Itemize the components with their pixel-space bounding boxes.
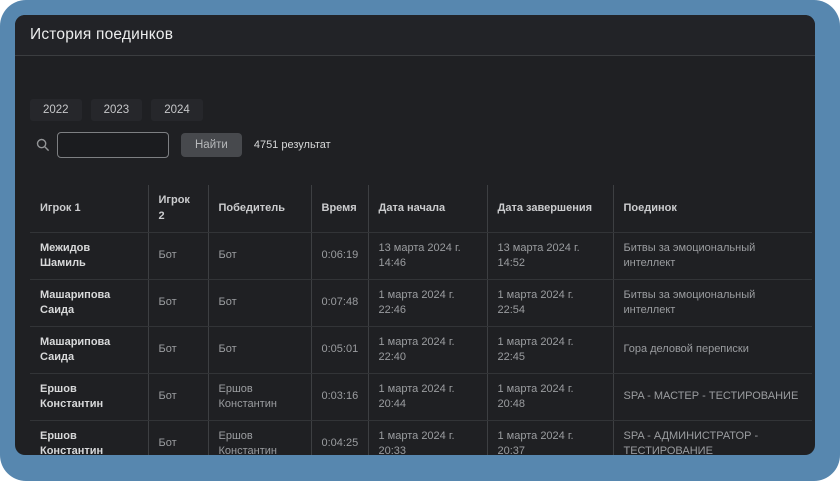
cell-start: 13 марта 2024 г. 14:46 <box>368 233 487 280</box>
cell-player1: Межидов Шамиль <box>30 233 148 280</box>
cell-winner: Ершов Константин <box>208 374 311 421</box>
table-row: Ершов КонстантинБотЕршов Константин0:03:… <box>30 374 812 421</box>
column-header: Игрок 1 <box>30 185 148 233</box>
cell-winner: Ершов Константин <box>208 421 311 456</box>
cell-player2: Бот <box>148 421 208 456</box>
cell-start: 1 марта 2024 г. 22:40 <box>368 327 487 374</box>
table-row: Ершов КонстантинБотЕршов Константин0:04:… <box>30 421 812 456</box>
cell-time: 0:07:48 <box>311 280 368 327</box>
table-row: Машарипова СаидаБотБот0:05:011 марта 202… <box>30 327 812 374</box>
cell-duel: Гора деловой переписки <box>613 327 812 374</box>
search-input[interactable] <box>57 132 169 158</box>
search-button[interactable]: Найти <box>181 133 242 157</box>
results-count: 4751 результат <box>254 139 331 151</box>
cell-duel: SPA - МАСТЕР - ТЕСТИРОВАНИЕ <box>613 374 812 421</box>
cell-duel: Битвы за эмоциональный интеллект <box>613 280 812 327</box>
year-tab-2023[interactable]: 2023 <box>91 99 143 121</box>
year-tab-2022[interactable]: 2022 <box>30 99 82 121</box>
year-tabs: 2022 2023 2024 <box>30 99 203 121</box>
cell-player1: Машарипова Саида <box>30 327 148 374</box>
cell-winner: Бот <box>208 280 311 327</box>
cell-time: 0:05:01 <box>311 327 368 374</box>
screenshot-stage: История поединков 2022 2023 2024 Найти 475… <box>0 0 840 481</box>
cell-player2: Бот <box>148 280 208 327</box>
cell-player1: Машарипова Саида <box>30 280 148 327</box>
cell-end: 1 марта 2024 г. 20:37 <box>487 421 613 456</box>
cell-start: 1 марта 2024 г. 20:33 <box>368 421 487 456</box>
cell-time: 0:06:19 <box>311 233 368 280</box>
column-header: Дата завершения <box>487 185 613 233</box>
cell-start: 1 марта 2024 г. 22:46 <box>368 280 487 327</box>
table-body: Межидов ШамильБотБот0:06:1913 марта 2024… <box>30 233 812 456</box>
table-row: Межидов ШамильБотБот0:06:1913 марта 2024… <box>30 233 812 280</box>
cell-end: 1 марта 2024 г. 22:54 <box>487 280 613 327</box>
cell-player1: Ершов Константин <box>30 421 148 456</box>
table-row: Машарипова СаидаБотБот0:07:481 марта 202… <box>30 280 812 327</box>
cell-end: 13 марта 2024 г. 14:52 <box>487 233 613 280</box>
cell-end: 1 марта 2024 г. 22:45 <box>487 327 613 374</box>
page-title: История поединков <box>30 26 173 44</box>
search-icon <box>36 138 50 152</box>
cell-time: 0:03:16 <box>311 374 368 421</box>
cell-winner: Бот <box>208 233 311 280</box>
column-header: Победитель <box>208 185 311 233</box>
cell-time: 0:04:25 <box>311 421 368 456</box>
cell-end: 1 марта 2024 г. 20:48 <box>487 374 613 421</box>
cell-player2: Бот <box>148 374 208 421</box>
duel-table: Игрок 1Игрок 2ПобедительВремяДата начала… <box>30 185 812 455</box>
panel-header: История поединков <box>15 15 815 56</box>
cell-player1: Ершов Константин <box>30 374 148 421</box>
cell-player2: Бот <box>148 233 208 280</box>
cell-player2: Бот <box>148 327 208 374</box>
column-header: Поединок <box>613 185 812 233</box>
cell-start: 1 марта 2024 г. 20:44 <box>368 374 487 421</box>
search-row: Найти 4751 результат <box>30 130 800 160</box>
column-header: Игрок 2 <box>148 185 208 233</box>
cell-winner: Бот <box>208 327 311 374</box>
column-header: Дата начала <box>368 185 487 233</box>
cell-duel: Битвы за эмоциональный интеллект <box>613 233 812 280</box>
column-header: Время <box>311 185 368 233</box>
table-header-row: Игрок 1Игрок 2ПобедительВремяДата начала… <box>30 185 812 233</box>
year-tab-2024[interactable]: 2024 <box>151 99 203 121</box>
duel-history-panel: История поединков 2022 2023 2024 Найти 475… <box>15 15 815 455</box>
cell-duel: SPA - АДМИНИСТРАТОР - ТЕСТИРОВАНИЕ <box>613 421 812 456</box>
duel-table-wrap: Игрок 1Игрок 2ПобедительВремяДата начала… <box>30 185 812 455</box>
